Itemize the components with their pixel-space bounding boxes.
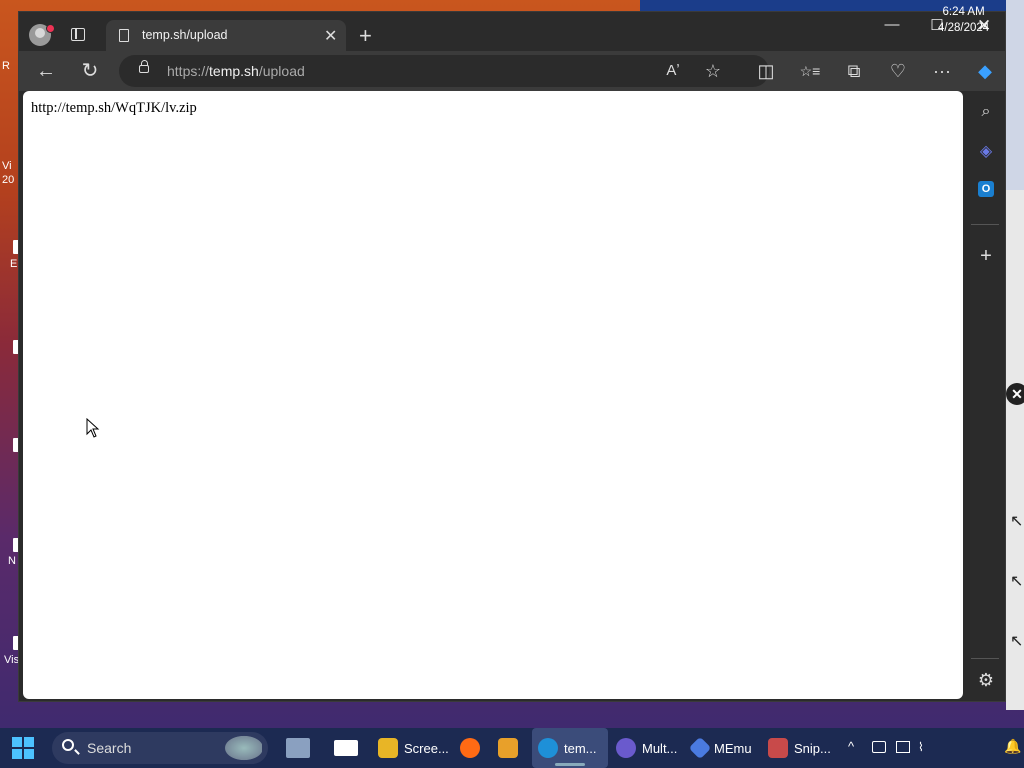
mouse-cursor-icon [86, 418, 100, 438]
tab-active[interactable]: temp.sh/upload ✕ [106, 20, 346, 52]
edge-icon [538, 738, 558, 758]
clock-time: 6:24 AM [942, 6, 985, 18]
desktop-icon-label: Vis [4, 654, 20, 666]
minimize-button[interactable]: — [877, 16, 907, 33]
page-text: http://temp.sh/WqTJK/lv.zip [31, 100, 197, 116]
snipping-tool-icon [768, 738, 788, 758]
system-clock[interactable]: 6:24 AM 4/28/2024 [938, 4, 989, 36]
tab-actions-icon[interactable] [71, 28, 85, 41]
clock-date: 4/28/2024 [938, 22, 990, 34]
desktop-icon-label: Vi [2, 160, 12, 172]
divider [971, 224, 999, 225]
page-content: http://temp.sh/WqTJK/lv.zip [23, 91, 963, 699]
background-window [1006, 0, 1024, 190]
multi-instance-icon [616, 738, 636, 758]
new-tab-button[interactable]: + [359, 23, 372, 49]
background-close-icon[interactable]: ✕ [1006, 383, 1024, 405]
background-window [1006, 190, 1024, 710]
arrow-icon: ↖ [1010, 633, 1024, 650]
refresh-button[interactable]: ↻ [78, 60, 102, 82]
browser-essentials-icon[interactable]: ♡ [886, 60, 910, 82]
tab-close-icon[interactable]: ✕ [324, 26, 337, 46]
search-highlight-image [222, 734, 262, 762]
read-aloud-icon[interactable]: Aʼ [661, 60, 685, 82]
desktop-icon-label: N [8, 555, 16, 567]
divider [971, 658, 999, 659]
arrow-icon: ↖ [1010, 513, 1024, 530]
taskbar: Search Scree... [0, 728, 1024, 768]
page-icon [119, 29, 129, 42]
display-icon[interactable] [896, 741, 910, 753]
folder-icon [378, 738, 398, 758]
search-icon [62, 739, 74, 751]
search-placeholder: Search [87, 740, 132, 756]
taskbar-app-edge[interactable]: tem... [532, 728, 608, 768]
url-text: https://temp.sh/upload [167, 63, 305, 79]
favorite-star-icon[interactable]: ☆ [701, 60, 725, 82]
lock-icon[interactable] [139, 60, 149, 73]
taskbar-app-label: Mult... [642, 740, 678, 756]
copilot-icon[interactable]: ◆ [973, 60, 997, 82]
favorites-icon[interactable]: ☆≡ [798, 60, 822, 82]
copilot-sidebar-icon[interactable]: ◈ [975, 141, 997, 163]
browser-window: temp.sh/upload ✕ + — ☐ ✕ ← ↻ https://tem… [18, 11, 1006, 702]
back-button[interactable]: ← [34, 60, 58, 82]
desktop-icon-label: E [10, 258, 18, 270]
edge-sidebar: ⌕ ◈ O + ⚙ [967, 91, 1005, 701]
settings-icon[interactable]: ⚙ [975, 669, 997, 691]
taskbar-app-screenshots[interactable]: Scree... [378, 728, 449, 768]
wifi-icon[interactable]: ⌇ [918, 740, 932, 754]
address-bar[interactable]: https://temp.sh/upload Aʼ ☆ [119, 55, 769, 87]
taskbar-app-label: Snip... [794, 740, 831, 756]
taskbar-app-label: tem... [564, 740, 597, 756]
split-screen-icon[interactable]: ◫ [754, 60, 778, 82]
notification-dot [46, 24, 55, 33]
arrow-icon: ↖ [1010, 573, 1024, 590]
taskbar-app-memu[interactable]: MEmu [688, 728, 752, 768]
taskbar-app-snipping[interactable]: Snip... [768, 728, 831, 768]
task-view-icon[interactable] [286, 738, 310, 758]
outlook-icon[interactable]: O [978, 181, 994, 197]
taskbar-app-multi[interactable]: Mult... [616, 728, 677, 768]
memu-icon [688, 736, 712, 760]
add-icon[interactable]: + [975, 245, 997, 267]
tab-title: temp.sh/upload [142, 28, 228, 42]
firefox-icon [460, 738, 480, 758]
media-player-icon [498, 738, 518, 758]
app-icon[interactable] [334, 740, 358, 756]
taskbar-search[interactable]: Search [52, 732, 268, 764]
tray-chevron-icon[interactable]: ^ [848, 739, 854, 754]
title-bar: temp.sh/upload ✕ + — ☐ ✕ [19, 12, 1005, 52]
taskbar-app-firefox[interactable] [460, 728, 486, 768]
desktop-icon-label: R [2, 60, 10, 72]
search-icon[interactable]: ⌕ [975, 101, 997, 123]
network-icon[interactable] [872, 741, 886, 753]
more-options-icon[interactable]: ··· [930, 60, 954, 82]
taskbar-app-media[interactable] [498, 728, 524, 768]
collections-icon[interactable]: ⧉ [842, 60, 866, 82]
navigation-toolbar: ← ↻ https://temp.sh/upload Aʼ ☆ ◫ ☆≡ ⧉ ♡… [19, 51, 1005, 91]
desktop-icon-label: 20 [2, 174, 15, 186]
taskbar-app-label: Scree... [404, 740, 449, 756]
windows-start-icon[interactable] [12, 737, 34, 759]
taskbar-app-label: MEmu [714, 740, 752, 756]
notification-bell-icon[interactable]: 🔔 [1004, 738, 1021, 755]
